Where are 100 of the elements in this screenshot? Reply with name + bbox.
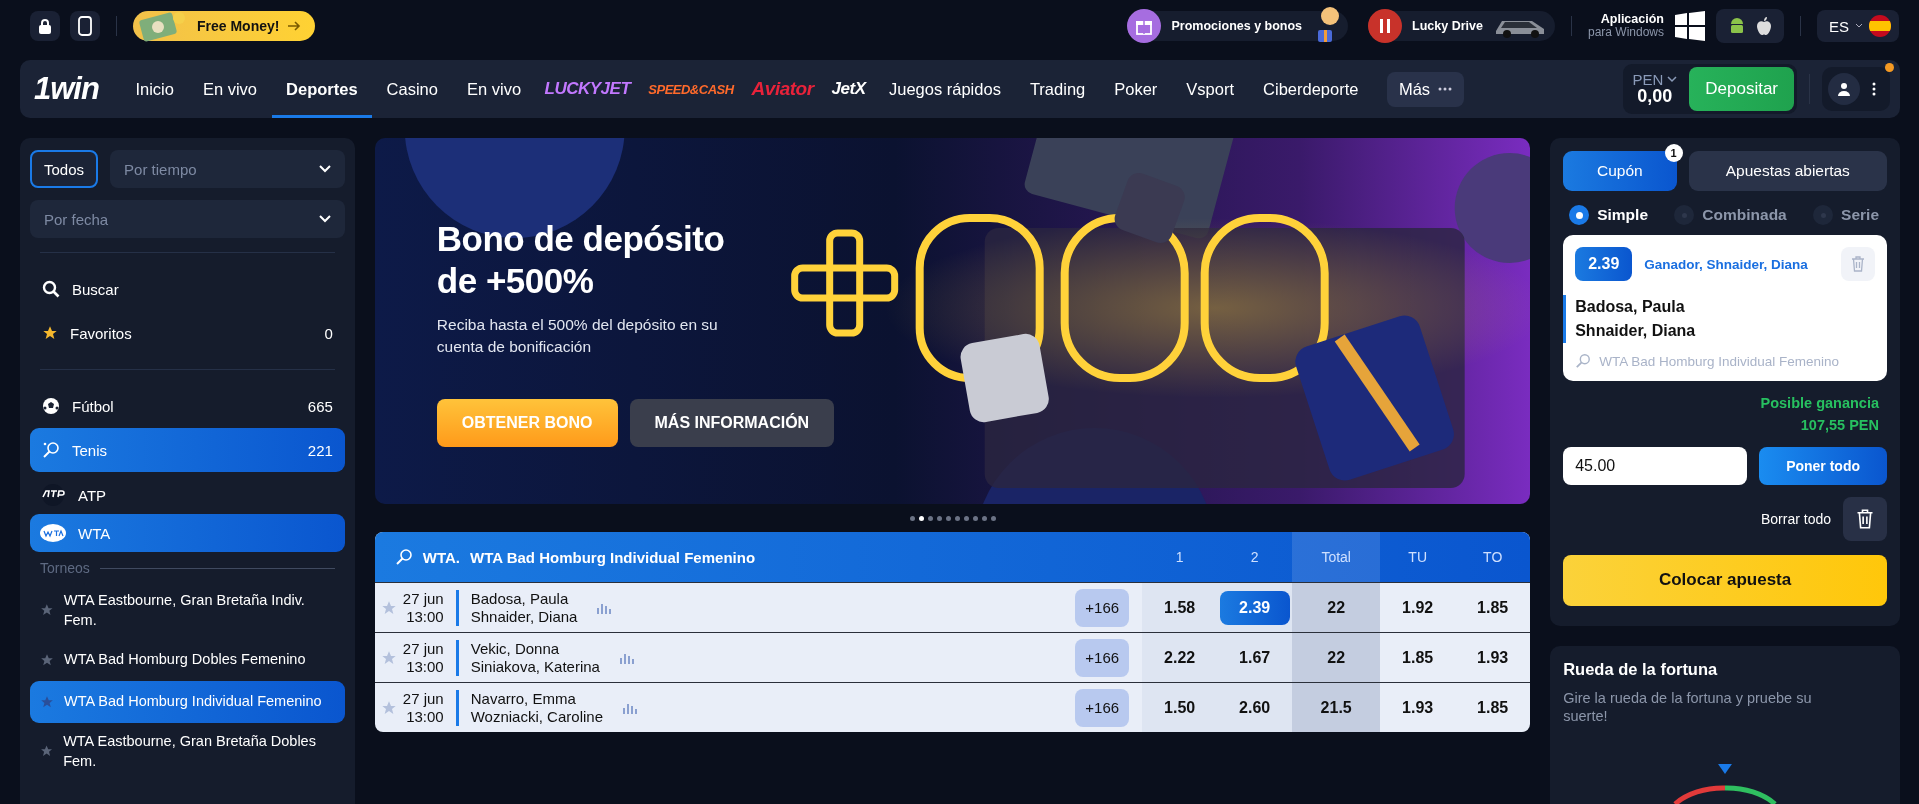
nav-link[interactable]: En vivo <box>452 60 536 118</box>
logo[interactable]: 1win <box>34 71 99 107</box>
app-subtitle: para Windows <box>1587 26 1664 41</box>
nav-link[interactable]: Casino <box>372 60 453 118</box>
app-title: Aplicación <box>1600 11 1664 27</box>
category-item[interactable]: ATP <box>30 476 345 514</box>
lock-button[interactable] <box>30 11 60 41</box>
mobile-apps-button[interactable] <box>1716 9 1784 43</box>
category-item[interactable]: WTA <box>30 514 345 552</box>
star-icon[interactable] <box>380 649 397 666</box>
star-icon[interactable] <box>380 699 397 716</box>
team-name: Siniakova, Katerina <box>470 657 600 676</box>
more-markets-button[interactable]: +166 <box>1075 588 1130 627</box>
slide-dot[interactable] <box>954 515 960 521</box>
search-link[interactable]: Buscar <box>30 267 345 311</box>
odds-button[interactable]: 1.93 <box>1457 640 1528 675</box>
game-logo-link[interactable]: SPEED&CASH <box>639 60 743 118</box>
odds-button[interactable]: 2.39 <box>1219 590 1290 625</box>
slide-dot[interactable] <box>981 515 987 521</box>
more-button[interactable]: Más <box>1386 71 1465 107</box>
slide-dot[interactable] <box>927 515 933 521</box>
free-money-button[interactable]: Free Money! <box>133 11 316 41</box>
all-filter-button[interactable]: Todos <box>30 150 99 188</box>
stake-input[interactable]: 45.00 <box>1563 446 1748 485</box>
game-logo-link[interactable]: Aviator <box>742 60 823 118</box>
more-markets-button[interactable]: +166 <box>1075 688 1130 727</box>
nav-link[interactable]: Deportes <box>271 60 373 118</box>
tournament-item[interactable]: WTA Eastbourne, Gran Bretaña Indiv. Fem. <box>30 582 345 639</box>
odds-button[interactable]: 1.85 <box>1382 640 1453 675</box>
match-time: 13:00 <box>406 707 444 725</box>
trash-icon <box>1851 256 1865 272</box>
league-title: WTA Bad Homburg Individual Femenino <box>470 548 756 566</box>
count-badge: 1 <box>1664 144 1683 162</box>
odds-button[interactable]: 1.85 <box>1457 590 1528 625</box>
currency-select[interactable]: PEN <box>1632 71 1678 88</box>
wheel-title: Rueda de la fortuna <box>1563 659 1719 679</box>
stats-icon[interactable] <box>623 701 637 714</box>
date-select[interactable]: Por fecha <box>30 200 345 238</box>
tournament-item[interactable]: WTA Bad Homburg Individual Femenino <box>30 680 345 723</box>
clear-all-label: Borrar todo <box>1760 510 1831 527</box>
slide-dot[interactable] <box>972 515 978 521</box>
bet-type-radio[interactable]: Combinada <box>1674 205 1787 225</box>
banner-text: Reciba hasta el 500% del depósito en su cuenta de bonificación <box>436 315 719 358</box>
nav-link[interactable]: Trading <box>1015 60 1100 118</box>
slide-dot[interactable] <box>936 515 942 521</box>
phone-button[interactable] <box>70 11 100 41</box>
android-icon <box>1728 16 1746 36</box>
chevron-down-icon <box>318 215 331 223</box>
game-logo-link[interactable]: JetX <box>822 60 875 118</box>
nav-link[interactable]: Ciberdeporte <box>1248 60 1373 118</box>
betslip-tab[interactable]: Apuestas abiertas <box>1688 151 1887 191</box>
market-label: Ganador, Shnaider, Diana <box>1644 256 1809 272</box>
slide-dot[interactable] <box>918 515 924 521</box>
game-logo-link[interactable]: LUCKYJET <box>535 60 640 118</box>
promo-button[interactable]: Lucky Drive <box>1368 11 1555 41</box>
bet-type-radio[interactable]: Serie <box>1813 205 1879 225</box>
match-date: 27 jun <box>402 590 444 608</box>
nav-link[interactable]: Juegos rápidos <box>874 60 1016 118</box>
more-markets-button[interactable]: +166 <box>1075 638 1130 677</box>
nav-link[interactable]: En vivo <box>188 60 272 118</box>
tournament-item[interactable]: WTA Eastbourne, Gran Bretaña Dobles Fem. <box>30 722 345 780</box>
star-icon <box>40 694 54 709</box>
bet-type-radio[interactable]: Simple <box>1569 205 1648 225</box>
balance-panel[interactable]: PEN 0,00 Depositar <box>1623 64 1797 114</box>
team-name: Shnaider, Diana <box>470 607 578 626</box>
chevron-down-icon <box>1667 76 1678 84</box>
search-icon <box>42 280 60 298</box>
possible-win-amount: 107,55 PEN <box>1800 415 1879 435</box>
clear-all-button[interactable] <box>1843 496 1887 541</box>
favorites-link[interactable]: Favoritos 0 <box>30 311 345 355</box>
slide-dot[interactable] <box>990 515 996 521</box>
windows-icon[interactable] <box>1674 10 1706 42</box>
nav-link[interactable]: Poker <box>1099 60 1172 118</box>
odds-button[interactable]: 1.85 <box>1457 690 1528 725</box>
stats-icon[interactable] <box>619 651 634 664</box>
sport-item[interactable]: Tenis 221 <box>30 428 345 472</box>
slide-dot[interactable] <box>909 515 915 521</box>
slide-dot[interactable] <box>945 515 951 521</box>
star-icon[interactable] <box>380 599 397 616</box>
stats-icon[interactable] <box>597 601 612 614</box>
column-header: TU <box>1407 548 1428 567</box>
more-info-button[interactable]: MÁS INFORMACIÓN <box>629 398 835 447</box>
odds-button[interactable]: 1.92 <box>1382 590 1453 625</box>
all-in-button[interactable]: Poner todo <box>1759 446 1887 485</box>
flag-icon <box>1869 15 1891 37</box>
nav-link[interactable]: Vsport <box>1171 60 1249 118</box>
team-name: Shnaider, Diana <box>1575 321 1697 341</box>
slide-dot[interactable] <box>963 515 969 521</box>
language-select[interactable]: ES <box>1817 10 1899 42</box>
time-select[interactable]: Por tiempo <box>110 150 345 188</box>
league-label: WTA Bad Homburg Individual Femenino <box>1599 353 1840 369</box>
team-name: Badosa, Paula <box>470 589 570 608</box>
place-bet-button[interactable]: Colocar apuesta <box>1563 554 1887 606</box>
odds-button[interactable]: 1.93 <box>1382 690 1453 725</box>
column-header: 1 <box>1174 548 1185 567</box>
match-time: 13:00 <box>406 607 444 625</box>
team-name: Badosa, Paula <box>1575 297 1686 317</box>
tournament-item[interactable]: WTA Bad Homburg Dobles Femenino <box>30 638 345 681</box>
sport-item[interactable]: Fútbol 665 <box>30 384 345 428</box>
nav-link[interactable]: Inicio <box>120 60 189 118</box>
